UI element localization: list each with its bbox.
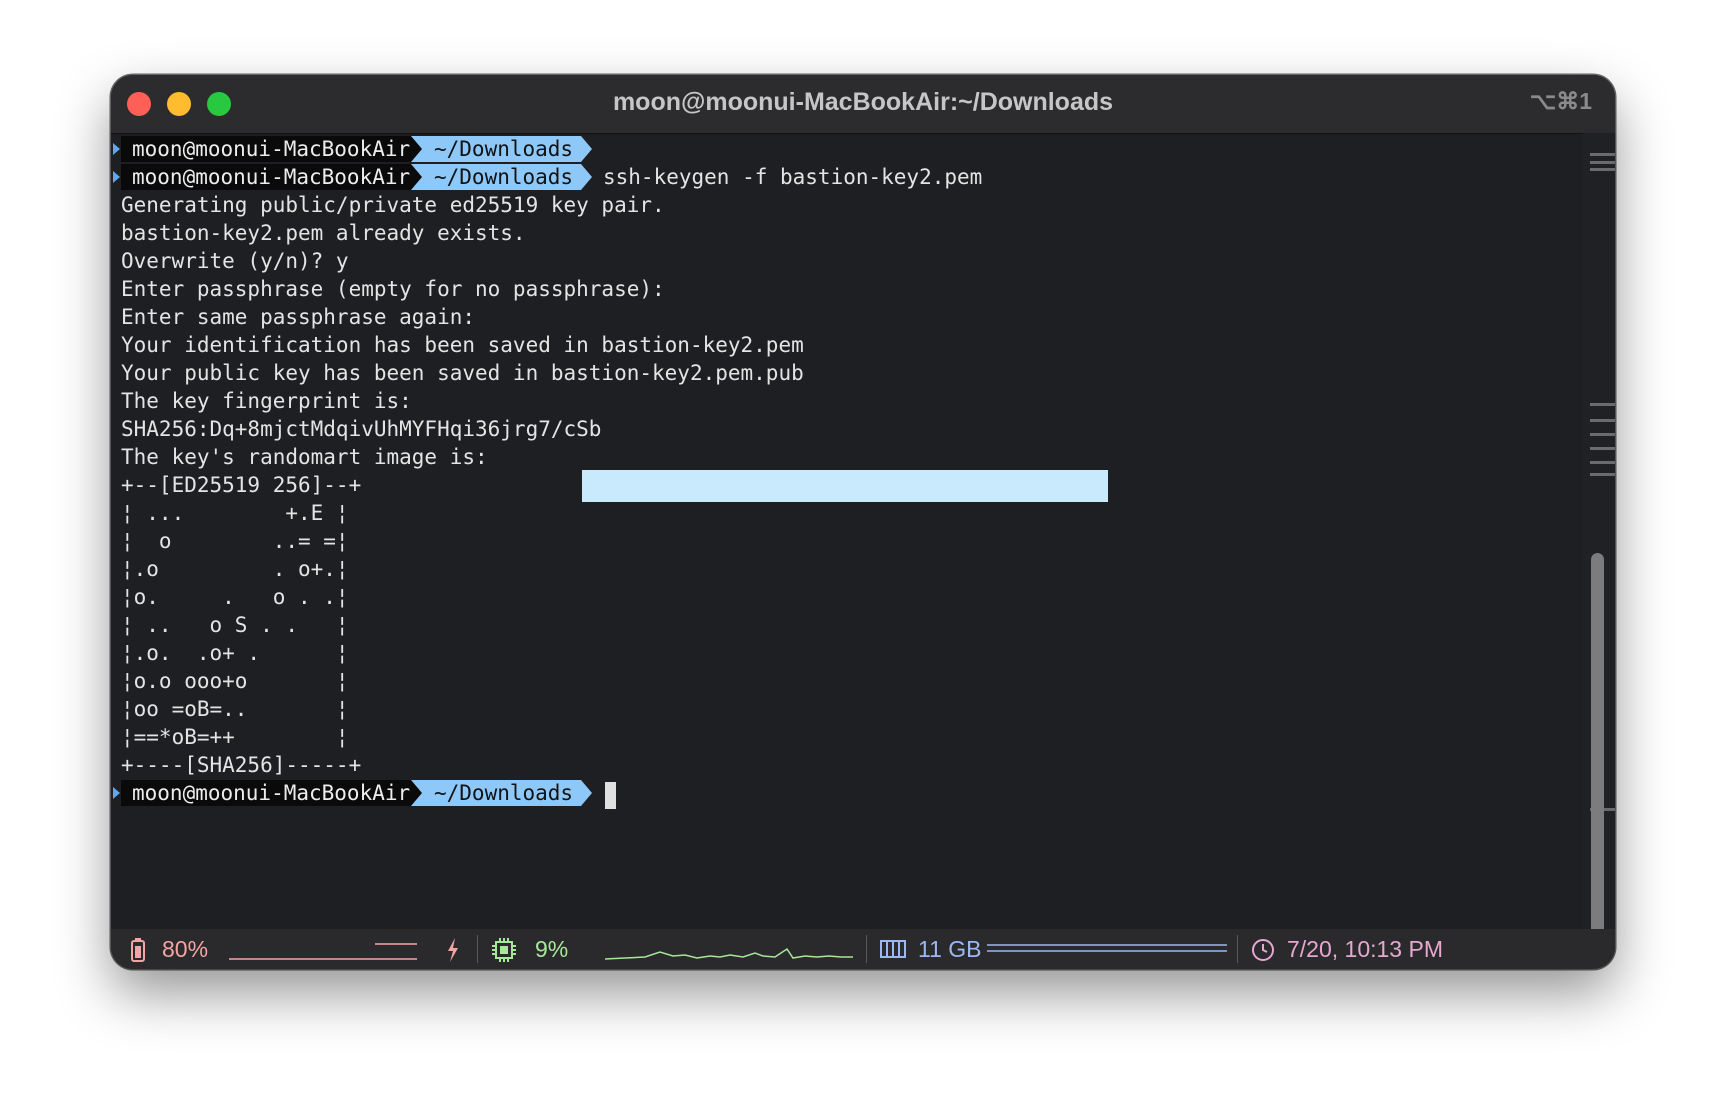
scroll-mark xyxy=(1590,473,1615,476)
prompt-separator xyxy=(411,164,422,190)
bolt-icon xyxy=(448,938,458,962)
cpu-graph xyxy=(605,947,853,960)
randomart-line: ¦ o ..= =¦ xyxy=(121,529,349,553)
prompt-dir: ~/Downloads xyxy=(411,780,581,806)
output-line: Your public key has been saved in bastio… xyxy=(121,361,804,385)
prompt-line: moon@moonui-MacBookAir ~/Downloads ssh-k… xyxy=(111,163,1311,191)
clock-datetime: 7/20, 10:13 PM xyxy=(1287,936,1443,962)
text-cursor xyxy=(605,782,616,809)
scrollbar-thumb[interactable] xyxy=(1591,553,1604,969)
scroll-mark xyxy=(1590,168,1615,171)
clock-icon xyxy=(1252,939,1274,961)
output-line: Overwrite (y/n)? y xyxy=(121,249,349,273)
prompt-user: moon@moonui-MacBookAir xyxy=(121,136,421,162)
scroll-mark xyxy=(1590,433,1615,436)
prompt-user: moon@moonui-MacBookAir xyxy=(121,780,421,806)
randomart-line: +--[ED25519 256]--+ xyxy=(121,473,362,497)
status-divider xyxy=(477,935,478,963)
prompt-end xyxy=(581,136,592,162)
title-bar: moon@moonui-MacBookAir:~/Downloads ⌥⌘1 xyxy=(111,75,1615,134)
prompt-indicator-icon xyxy=(113,143,120,155)
status-divider xyxy=(866,935,867,963)
prompt-separator xyxy=(411,136,422,162)
window-shortcut: ⌥⌘1 xyxy=(1529,88,1592,114)
terminal-content[interactable]: moon@moonui-MacBookAir ~/Downloads moon@… xyxy=(111,133,1583,969)
randomart-line: ¦.o . o+.¦ xyxy=(121,557,349,581)
output-line: Your identification has been saved in ba… xyxy=(121,333,804,357)
randomart-line: ¦ .. o S . . ¦ xyxy=(121,613,349,637)
prompt-user: moon@moonui-MacBookAir xyxy=(121,164,421,190)
window-title: moon@moonui-MacBookAir:~/Downloads xyxy=(612,88,1114,116)
cpu-percent: 9% xyxy=(535,936,569,962)
randomart-line: ¦ ... +.E ¦ xyxy=(121,501,349,525)
output-line: bastion-key2.pem already exists. xyxy=(121,221,526,245)
cpu-chip-icon xyxy=(492,938,516,962)
scroll-mark xyxy=(1590,419,1615,422)
prompt-end xyxy=(581,780,592,806)
battery-percent: 80% xyxy=(162,936,209,962)
randomart-line: ¦oo =oB=.. ¦ xyxy=(121,697,349,721)
status-bar: 80% 9% 11 GB 7/20, 10:13 PM xyxy=(111,929,1615,969)
battery-icon xyxy=(131,938,145,962)
selection-highlight xyxy=(582,470,1108,502)
randomart-line: ¦.o. .o+ . ¦ xyxy=(121,641,349,665)
scroll-mark xyxy=(1590,153,1615,156)
memory-graph xyxy=(987,944,1227,952)
command-text: ssh-keygen -f bastion-key2.pem xyxy=(603,165,983,189)
prompt-end xyxy=(581,164,592,190)
output-line: Generating public/private ed25519 key pa… xyxy=(121,193,665,217)
memory-icon xyxy=(880,940,906,958)
terminal-window: moon@moonui-MacBookAir:~/Downloads ⌥⌘1 m… xyxy=(111,75,1615,969)
memory-usage: 11 GB xyxy=(918,936,982,962)
fingerprint-line: SHA256:Dq+8mjctMdqivUhMYFHqi36jrg7/cSb xyxy=(121,417,602,441)
randomart-line: ¦o.o ooo+o ¦ xyxy=(121,669,349,693)
prompt-dir: ~/Downloads xyxy=(411,136,581,162)
prompt-line: moon@moonui-MacBookAir ~/Downloads xyxy=(111,135,1311,163)
output-line: The key fingerprint is: xyxy=(121,389,412,413)
status-divider xyxy=(1237,935,1238,963)
randomart-line: ¦==*oB=++ ¦ xyxy=(121,725,349,749)
scroll-mark xyxy=(1590,461,1615,464)
output-line: The key's randomart image is: xyxy=(121,445,488,469)
scrollbar[interactable] xyxy=(1583,133,1615,969)
randomart-line: +----[SHA256]-----+ xyxy=(121,753,362,777)
scroll-mark xyxy=(1590,447,1615,450)
output-line: Enter same passphrase again: xyxy=(121,305,476,329)
prompt-dir: ~/Downloads xyxy=(411,164,581,190)
output-line: Enter passphrase (empty for no passphras… xyxy=(121,277,665,301)
randomart-line: ¦o. . o . .¦ xyxy=(121,585,349,609)
prompt-separator xyxy=(411,780,422,806)
scroll-mark xyxy=(1590,161,1615,164)
prompt-line: moon@moonui-MacBookAir ~/Downloads xyxy=(111,779,1311,807)
prompt-indicator-icon xyxy=(113,787,120,799)
prompt-indicator-icon xyxy=(113,171,120,183)
battery-graph xyxy=(229,943,417,960)
scroll-mark xyxy=(1590,403,1615,406)
